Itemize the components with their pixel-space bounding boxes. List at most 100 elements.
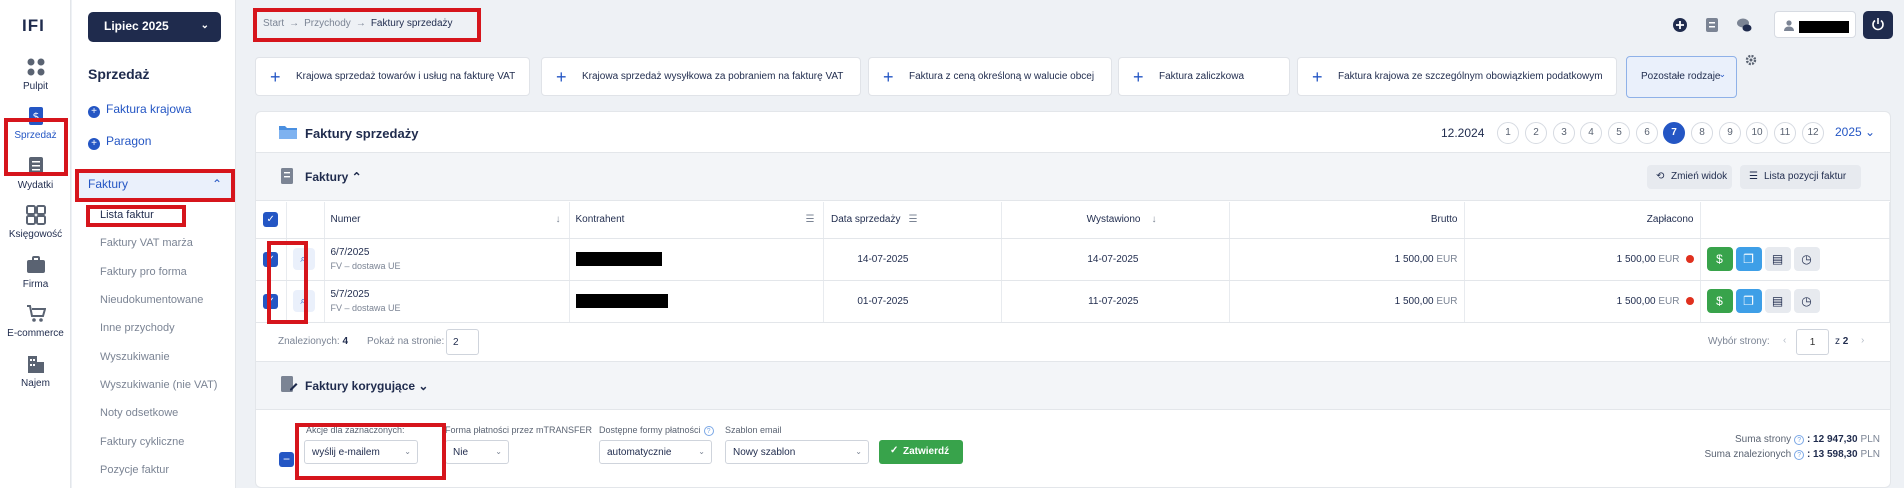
col-kontrahent[interactable]: Kontrahent ☰ — [569, 202, 824, 239]
sidebar-group-faktury[interactable]: Faktury ⌃ — [76, 171, 232, 199]
payment-forms-select[interactable]: automatycznie ⌄ — [599, 440, 712, 464]
copy-button[interactable]: ❐ — [1735, 289, 1762, 313]
copy-button[interactable]: ❐ — [1735, 247, 1762, 271]
payment-button[interactable]: $ — [1706, 247, 1733, 271]
gross-cell: 1 500,00 EUR — [1229, 238, 1465, 281]
rail-item-firma[interactable]: Firma — [0, 255, 71, 290]
payment-button[interactable]: $ — [1706, 289, 1733, 313]
invoice-number-cell[interactable]: 6/7/2025 FV – dostawa UE — [324, 238, 570, 281]
new-receipt-link[interactable]: + Paragon — [88, 134, 151, 150]
prev-page-icon[interactable]: ‹ — [1783, 335, 1786, 346]
col-numer[interactable]: Numer ↓ — [324, 202, 570, 239]
month-6[interactable]: 6 — [1636, 122, 1658, 144]
sidebar-item-nieudokumentowane[interactable]: Nieudokumentowane — [100, 294, 203, 306]
search-icon[interactable]: ⌕ — [292, 290, 315, 312]
per-page-input[interactable]: 2 — [446, 329, 479, 355]
rail-item-ecommerce[interactable]: E-commerce — [0, 304, 71, 339]
sidebar-item-wyszukiwanie[interactable]: Wyszukiwanie — [100, 351, 170, 363]
rail-item-sprzedaz[interactable]: $ Sprzedaż — [0, 106, 71, 141]
new-special-tax-invoice-button[interactable]: + Faktura krajowa ze szczególnym obowiązk… — [1297, 57, 1617, 96]
help-icon[interactable]: ? — [1794, 435, 1805, 445]
bulk-action-select[interactable]: wyślij e-mailem ⌄ — [304, 440, 418, 464]
sort-arrow-icon[interactable]: ↓ — [1152, 214, 1157, 225]
notes-icon[interactable] — [1704, 17, 1720, 33]
confirm-button[interactable]: ✓ Zatwierdź — [879, 440, 963, 464]
logout-button[interactable] — [1863, 11, 1893, 39]
gear-icon[interactable] — [1745, 54, 1757, 66]
change-view-button[interactable]: ⟲ Zmień widok — [1647, 165, 1732, 189]
sidebar-item-inne-przychody[interactable]: Inne przychody — [100, 322, 175, 334]
add-circle-icon[interactable] — [1672, 17, 1688, 33]
new-domestic-invoice-link[interactable]: + Faktura krajowa — [88, 102, 191, 118]
breadcrumb-przychody[interactable]: Przychody — [304, 18, 351, 29]
help-icon[interactable]: ? — [703, 426, 714, 436]
month-selector[interactable]: Lipiec 2025 ⌄ — [88, 12, 221, 42]
page-input[interactable]: 1 — [1796, 329, 1829, 355]
redacted-username — [1799, 21, 1849, 33]
mtransfer-select[interactable]: Nie ⌄ — [445, 440, 509, 464]
sidebar-item-pozycje-faktur[interactable]: Pozycje faktur — [100, 464, 169, 476]
filter-list-icon[interactable]: ☰ — [806, 214, 815, 225]
invoice-positions-list-button[interactable]: ☰ Lista pozycji faktur — [1740, 165, 1861, 189]
table-row[interactable]: ✓ ⌕ 5/7/2025 FV – dostawa UE 01-07-2025 1… — [256, 280, 1890, 323]
breadcrumb: Start → Przychody → Faktury sprzedaży — [263, 18, 453, 29]
sidebar-item-pro-forma[interactable]: Faktury pro forma — [100, 266, 187, 278]
history-button[interactable]: ◷ — [1793, 247, 1820, 271]
rail-item-wydatki[interactable]: Wydatki — [0, 156, 71, 191]
col-brutto[interactable]: Brutto — [1229, 202, 1465, 239]
month-4[interactable]: 4 — [1580, 122, 1602, 144]
paid-cell: 1 500,00 EUR — [1464, 238, 1701, 281]
row-checkbox[interactable]: ✓ — [263, 293, 279, 309]
next-page-icon[interactable]: › — [1861, 335, 1864, 346]
year-selector[interactable]: 2025 ⌄ — [1835, 125, 1875, 139]
rail-item-ksiegowosc[interactable]: Księgowość — [0, 205, 71, 240]
other-types-dropdown[interactable]: Pozostałe rodzaje ⌄ — [1626, 56, 1737, 98]
invoices-section-toggle[interactable]: Faktury ⌃ — [305, 170, 362, 184]
month-2[interactable]: 2 — [1525, 122, 1547, 144]
sort-arrow-icon[interactable]: ↓ — [556, 214, 561, 225]
user-menu[interactable] — [1774, 11, 1856, 38]
new-vat-invoice-button[interactable]: + Krajowa sprzedaż towarów i usług na fak… — [255, 57, 530, 96]
sidebar-item-noty-odsetkowe[interactable]: Noty odsetkowe — [100, 407, 178, 419]
col-data-sprzedazy[interactable]: Data sprzedaży ☰ — [823, 202, 1002, 239]
col-zaplacono[interactable]: Zapłacono — [1464, 202, 1701, 239]
month-8[interactable]: 8 — [1691, 122, 1713, 144]
sidebar-item-lista-faktur[interactable]: Lista faktur — [100, 209, 154, 221]
sidebar-item-faktury-cykliczne[interactable]: Faktury cykliczne — [100, 436, 184, 448]
month-9[interactable]: 9 — [1719, 122, 1741, 144]
pdf-button[interactable]: ▤ — [1764, 289, 1791, 313]
rail-item-najem[interactable]: Najem — [0, 354, 71, 389]
row-checkbox[interactable]: ✓ — [263, 251, 279, 267]
page-sum: Suma strony? : 12 947,30 PLN — [1735, 434, 1880, 445]
month-1[interactable]: 1 — [1497, 122, 1519, 144]
plus-circle-icon: + — [88, 138, 100, 150]
page-select-label: Wybór strony: — [1708, 336, 1770, 347]
email-template-select[interactable]: Nowy szablon ⌄ — [725, 440, 869, 464]
month-10[interactable]: 10 — [1746, 122, 1768, 144]
corrections-section-toggle[interactable]: Faktury korygujące ⌄ — [305, 379, 428, 393]
col-wystawiono[interactable]: Wystawiono ↓ — [1001, 202, 1230, 239]
new-advance-invoice-button[interactable]: + Faktura zaliczkowa — [1118, 57, 1290, 96]
bulk-select-checkbox[interactable]: − — [279, 452, 294, 467]
new-foreign-currency-invoice-button[interactable]: + Faktura z ceną określoną w walucie obce… — [868, 57, 1112, 96]
sidebar-item-wyszukiwanie-nie-vat[interactable]: Wyszukiwanie (nie VAT) — [100, 379, 217, 391]
new-cod-invoice-button[interactable]: + Krajowa sprzedaż wysyłkowa za pobraniem… — [541, 57, 861, 96]
month-11[interactable]: 11 — [1774, 122, 1796, 144]
month-3[interactable]: 3 — [1553, 122, 1575, 144]
select-all-checkbox[interactable]: ✓ — [263, 212, 279, 228]
month-7[interactable]: 7 — [1663, 122, 1685, 144]
invoice-number-cell[interactable]: 5/7/2025 FV – dostawa UE — [324, 280, 570, 323]
ifi-logo[interactable]: IFI — [22, 16, 45, 36]
filter-list-icon[interactable]: ☰ — [909, 214, 918, 225]
month-5[interactable]: 5 — [1608, 122, 1630, 144]
search-icon[interactable]: ⌕ — [292, 248, 315, 270]
month-12[interactable]: 12 — [1802, 122, 1824, 144]
help-icon[interactable]: ? — [1794, 450, 1805, 460]
pdf-button[interactable]: ▤ — [1764, 247, 1791, 271]
table-row[interactable]: ✓ ⌕ 6/7/2025 FV – dostawa UE 14-07-2025 1… — [256, 238, 1890, 281]
sidebar-item-vat-marza[interactable]: Faktury VAT marża — [100, 237, 193, 249]
chat-icon[interactable] — [1736, 17, 1752, 33]
rail-item-pulpit[interactable]: Pulpit — [0, 57, 71, 92]
breadcrumb-start[interactable]: Start — [263, 18, 284, 29]
history-button[interactable]: ◷ — [1793, 289, 1820, 313]
